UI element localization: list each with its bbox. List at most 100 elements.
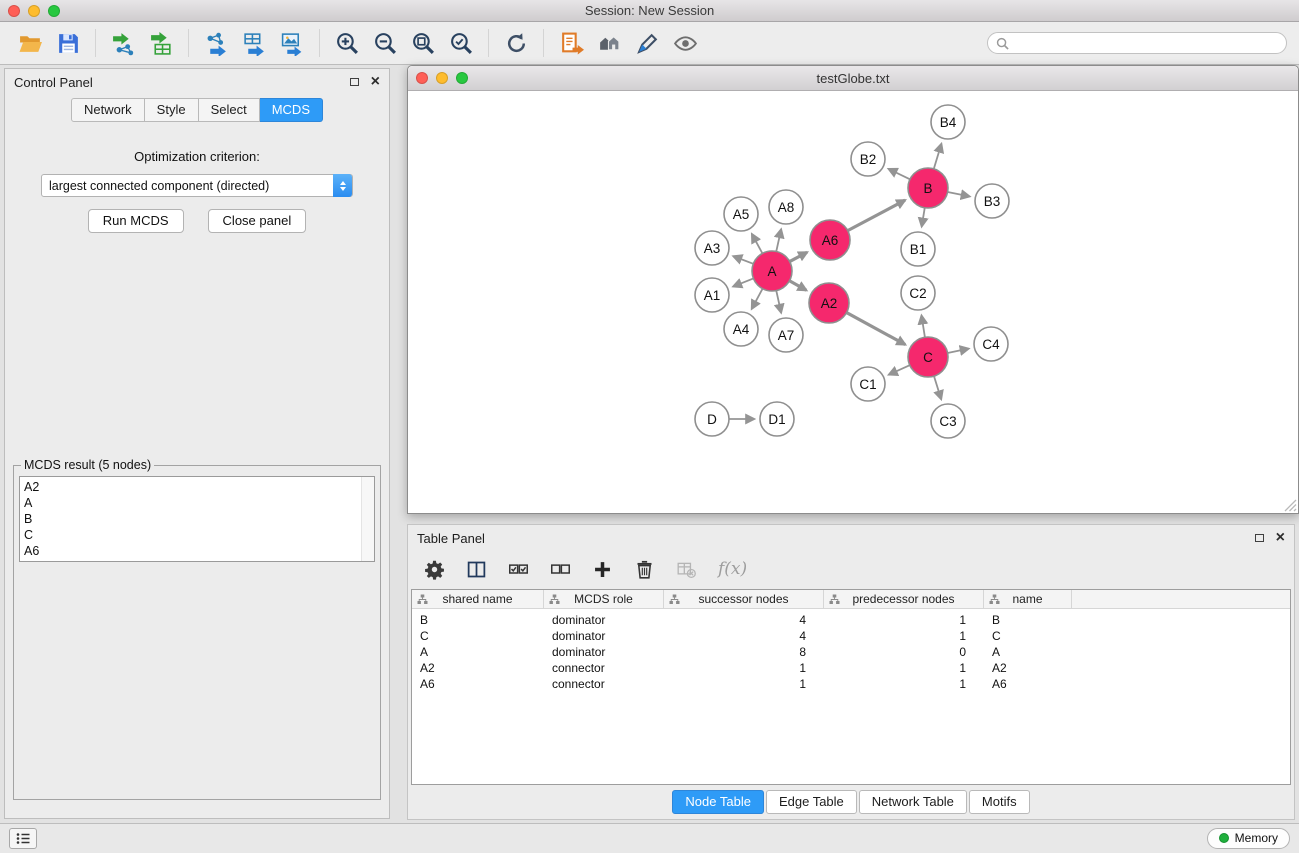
- graph-edge[interactable]: [922, 316, 925, 338]
- table-cell[interactable]: 1: [664, 661, 824, 675]
- table-cell[interactable]: A2: [412, 661, 544, 675]
- dropdown-stepper-icon[interactable]: [333, 174, 352, 197]
- export-table-icon[interactable]: [236, 27, 272, 59]
- float-table-panel-icon[interactable]: [1255, 534, 1264, 542]
- run-mcds-button[interactable]: Run MCDS: [88, 209, 184, 233]
- graph-edge[interactable]: [789, 281, 806, 290]
- table-cell[interactable]: dominator: [544, 613, 664, 627]
- close-panel-icon[interactable]: ×: [371, 75, 380, 89]
- column-header[interactable]: name: [984, 590, 1072, 608]
- column-header[interactable]: MCDS role: [544, 590, 664, 608]
- close-panel-button[interactable]: Close panel: [208, 209, 307, 233]
- list-item[interactable]: A6: [24, 543, 370, 559]
- table-row[interactable]: Bdominator41B: [412, 612, 1290, 628]
- unselect-rows-icon[interactable]: [550, 559, 571, 580]
- columns-icon[interactable]: [466, 559, 487, 580]
- graph-edge[interactable]: [922, 208, 925, 227]
- settings-gear-icon[interactable]: [424, 559, 445, 580]
- tab-edge-table[interactable]: Edge Table: [766, 790, 857, 814]
- graph-edge[interactable]: [934, 144, 942, 169]
- graph-edge[interactable]: [848, 200, 905, 230]
- list-item[interactable]: B: [24, 511, 370, 527]
- task-history-button[interactable]: [9, 828, 37, 849]
- save-icon[interactable]: [50, 27, 86, 59]
- list-item[interactable]: A: [24, 495, 370, 511]
- table-cell[interactable]: B: [412, 613, 544, 627]
- table-cell[interactable]: 1: [824, 677, 984, 691]
- search-input[interactable]: [1014, 36, 1278, 50]
- graph-edge[interactable]: [847, 313, 906, 345]
- import-network-icon[interactable]: [105, 27, 141, 59]
- delete-rows-icon[interactable]: [634, 559, 655, 580]
- column-header[interactable]: predecessor nodes: [824, 590, 984, 608]
- table-cell[interactable]: 1: [824, 613, 984, 627]
- graph-edge[interactable]: [776, 291, 781, 313]
- table-cell[interactable]: dominator: [544, 629, 664, 643]
- export-image-icon[interactable]: [274, 27, 310, 59]
- graph-edge[interactable]: [889, 365, 910, 374]
- refresh-icon[interactable]: [498, 27, 534, 59]
- mcds-result-list[interactable]: A2ABCA6: [19, 476, 375, 562]
- tab-style[interactable]: Style: [145, 98, 199, 122]
- graph-edge[interactable]: [733, 278, 753, 286]
- table-cell[interactable]: connector: [544, 677, 664, 691]
- graph-edge[interactable]: [790, 252, 807, 261]
- select-all-rows-icon[interactable]: [508, 559, 529, 580]
- open-session-icon[interactable]: [12, 27, 48, 59]
- table-cell[interactable]: 0: [824, 645, 984, 659]
- zoom-selected-icon[interactable]: [443, 27, 479, 59]
- network-canvas[interactable]: B4B2BB3A5A8A6B1A3AC2A1A2A4A7C4CC1C3DD1: [408, 91, 1298, 513]
- table-cell[interactable]: A2: [984, 661, 1072, 675]
- column-header[interactable]: shared name: [412, 590, 544, 608]
- graph-edge[interactable]: [889, 169, 910, 179]
- add-row-icon[interactable]: [592, 559, 613, 580]
- table-row[interactable]: Adominator80A: [412, 644, 1290, 660]
- table-cell[interactable]: A6: [984, 677, 1072, 691]
- table-cell[interactable]: 1: [824, 661, 984, 675]
- tab-motifs[interactable]: Motifs: [969, 790, 1030, 814]
- table-cell[interactable]: A: [984, 645, 1072, 659]
- graph-edge[interactable]: [752, 289, 763, 309]
- float-panel-icon[interactable]: [350, 78, 359, 86]
- list-item[interactable]: C: [24, 527, 370, 543]
- table-cell[interactable]: 1: [824, 629, 984, 643]
- graph-edge[interactable]: [776, 229, 781, 251]
- tab-network-table[interactable]: Network Table: [859, 790, 967, 814]
- network-window-titlebar[interactable]: testGlobe.txt: [408, 66, 1298, 91]
- table-cell[interactable]: 4: [664, 629, 824, 643]
- table-cell[interactable]: C: [412, 629, 544, 643]
- delete-table-icon[interactable]: [676, 559, 697, 580]
- zoom-in-icon[interactable]: [329, 27, 365, 59]
- tab-node-table[interactable]: Node Table: [672, 790, 764, 814]
- table-cell[interactable]: B: [984, 613, 1072, 627]
- optimization-criterion-dropdown[interactable]: largest connected component (directed): [41, 174, 353, 197]
- table-cell[interactable]: 8: [664, 645, 824, 659]
- table-row[interactable]: A2connector11A2: [412, 660, 1290, 676]
- graph-edge[interactable]: [948, 349, 969, 353]
- export-network-icon[interactable]: [198, 27, 234, 59]
- table-cell[interactable]: C: [984, 629, 1072, 643]
- table-cell[interactable]: connector: [544, 661, 664, 675]
- session-file-icon[interactable]: [553, 27, 589, 59]
- table-cell[interactable]: 1: [664, 677, 824, 691]
- graph-edge[interactable]: [733, 256, 753, 264]
- memory-button[interactable]: Memory: [1207, 828, 1290, 849]
- table-cell[interactable]: A: [412, 645, 544, 659]
- table-row[interactable]: Cdominator41C: [412, 628, 1290, 644]
- table-row[interactable]: A6connector11A6: [412, 676, 1290, 692]
- zoom-out-icon[interactable]: [367, 27, 403, 59]
- graph-edge[interactable]: [934, 376, 941, 399]
- import-table-icon[interactable]: [143, 27, 179, 59]
- graph-edge[interactable]: [752, 234, 762, 253]
- tab-select[interactable]: Select: [199, 98, 260, 122]
- close-table-panel-icon[interactable]: ×: [1276, 531, 1285, 545]
- table-cell[interactable]: dominator: [544, 645, 664, 659]
- list-item[interactable]: A2: [24, 479, 370, 495]
- function-builder-icon[interactable]: f(x): [718, 559, 747, 579]
- first-neighbors-icon[interactable]: [591, 27, 627, 59]
- zoom-fit-icon[interactable]: [405, 27, 441, 59]
- table-cell[interactable]: A6: [412, 677, 544, 691]
- tab-network[interactable]: Network: [71, 98, 145, 122]
- eye-icon[interactable]: [667, 27, 703, 59]
- style-icon[interactable]: [629, 27, 665, 59]
